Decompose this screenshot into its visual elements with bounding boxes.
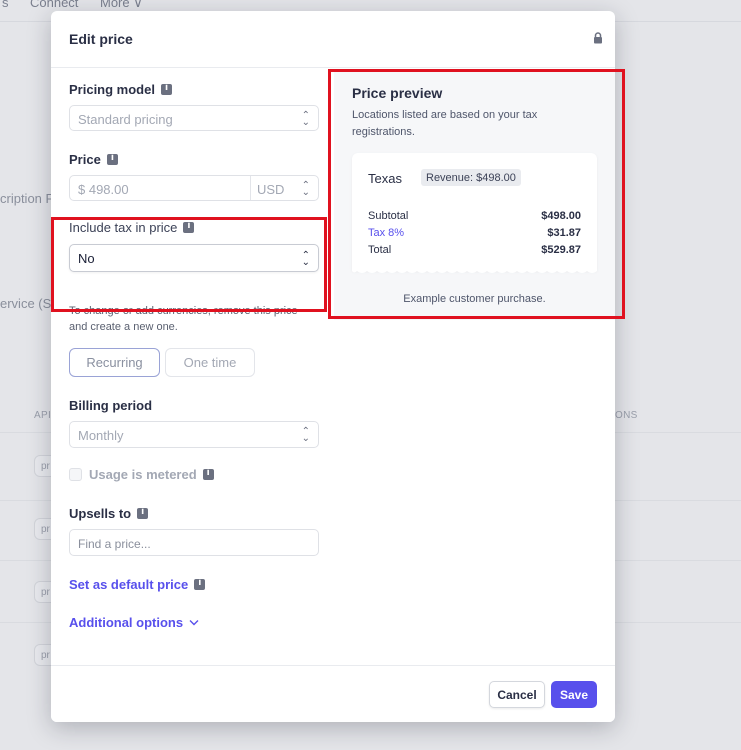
info-icon[interactable] [183, 221, 195, 233]
info-icon[interactable] [160, 83, 172, 95]
divider [250, 176, 251, 200]
tab-one-time[interactable]: One time [165, 348, 255, 377]
edit-price-modal: Edit price Pricing model Standard pricin… [51, 11, 615, 722]
preview-note: Example customer purchase. [403, 293, 546, 305]
location-name: Texas [368, 171, 402, 186]
set-default-price-link[interactable]: Set as default price [69, 577, 206, 592]
price-label: Price [69, 152, 118, 167]
include-tax-label: Include tax in price [69, 220, 195, 235]
cancel-button[interactable]: Cancel [489, 681, 545, 708]
modal-footer: Cancel Save [51, 665, 615, 722]
currency-help-text: To change or add currencies, remove this… [69, 305, 298, 333]
additional-options-toggle[interactable]: Additional options [69, 615, 199, 630]
pricing-model-select[interactable]: Standard pricing ⌃ ⌄ [69, 105, 319, 131]
preview-title: Price preview [352, 85, 443, 101]
price-input-group: $ 498.00 USD ⌃ ⌄ [69, 175, 319, 201]
chevron-updown-icon: ⌃ ⌄ [301, 250, 310, 268]
bg-column-header: ONS [615, 410, 638, 421]
tab-recurring[interactable]: Recurring [69, 348, 160, 377]
chevron-updown-icon: ⌃ ⌄ [301, 110, 310, 128]
preview-subtitle: Locations listed are based on your tax r… [352, 109, 538, 138]
bg-fragment: cription F [0, 191, 54, 206]
bg-fragment: ervice (S [0, 296, 52, 311]
nav-item-connect[interactable]: Connect [30, 0, 78, 10]
price-amount-input[interactable]: $ 498.00 [78, 182, 129, 197]
pricing-model-label: Pricing model [69, 82, 172, 97]
modal-title: Edit price [69, 31, 133, 47]
upsells-label: Upsells to [69, 506, 149, 521]
price-preview-panel: Price preview Locations listed are based… [334, 72, 615, 320]
subtotal-row: Subtotal $498.00 [368, 210, 581, 222]
tax-row: Tax 8% $31.87 [368, 227, 581, 239]
chevron-updown-icon: ⌃ ⌄ [301, 426, 310, 444]
lock-icon [594, 32, 602, 44]
preview-receipt-card: Texas Revenue: $498.00 Subtotal $498.00 … [352, 153, 597, 271]
nav-item[interactable]: s [2, 0, 9, 10]
billing-period-label: Billing period [69, 398, 153, 413]
info-icon[interactable] [106, 153, 118, 165]
chevron-updown-icon: ⌃ ⌄ [301, 180, 310, 198]
revenue-badge: Revenue: $498.00 [421, 169, 521, 186]
receipt-edge [352, 269, 597, 273]
info-icon[interactable] [194, 578, 206, 590]
billing-period-select[interactable]: Monthly ⌃ ⌄ [69, 421, 319, 448]
upsells-search-input[interactable]: Find a price... [69, 529, 319, 556]
info-icon[interactable] [202, 468, 214, 480]
nav-item-more[interactable]: More ∨ [100, 0, 143, 11]
currency-select[interactable]: USD [257, 182, 284, 197]
usage-metered-checkbox[interactable] [69, 468, 82, 481]
modal-header: Edit price [51, 11, 615, 68]
chevron-down-icon [189, 620, 199, 626]
save-button[interactable]: Save [551, 681, 597, 708]
usage-metered-label: Usage is metered [89, 467, 214, 482]
info-icon[interactable] [137, 507, 149, 519]
total-row: Total $529.87 [368, 244, 581, 256]
include-tax-select[interactable]: No ⌃ ⌄ [69, 244, 319, 272]
bg-column-header: API [34, 410, 52, 421]
